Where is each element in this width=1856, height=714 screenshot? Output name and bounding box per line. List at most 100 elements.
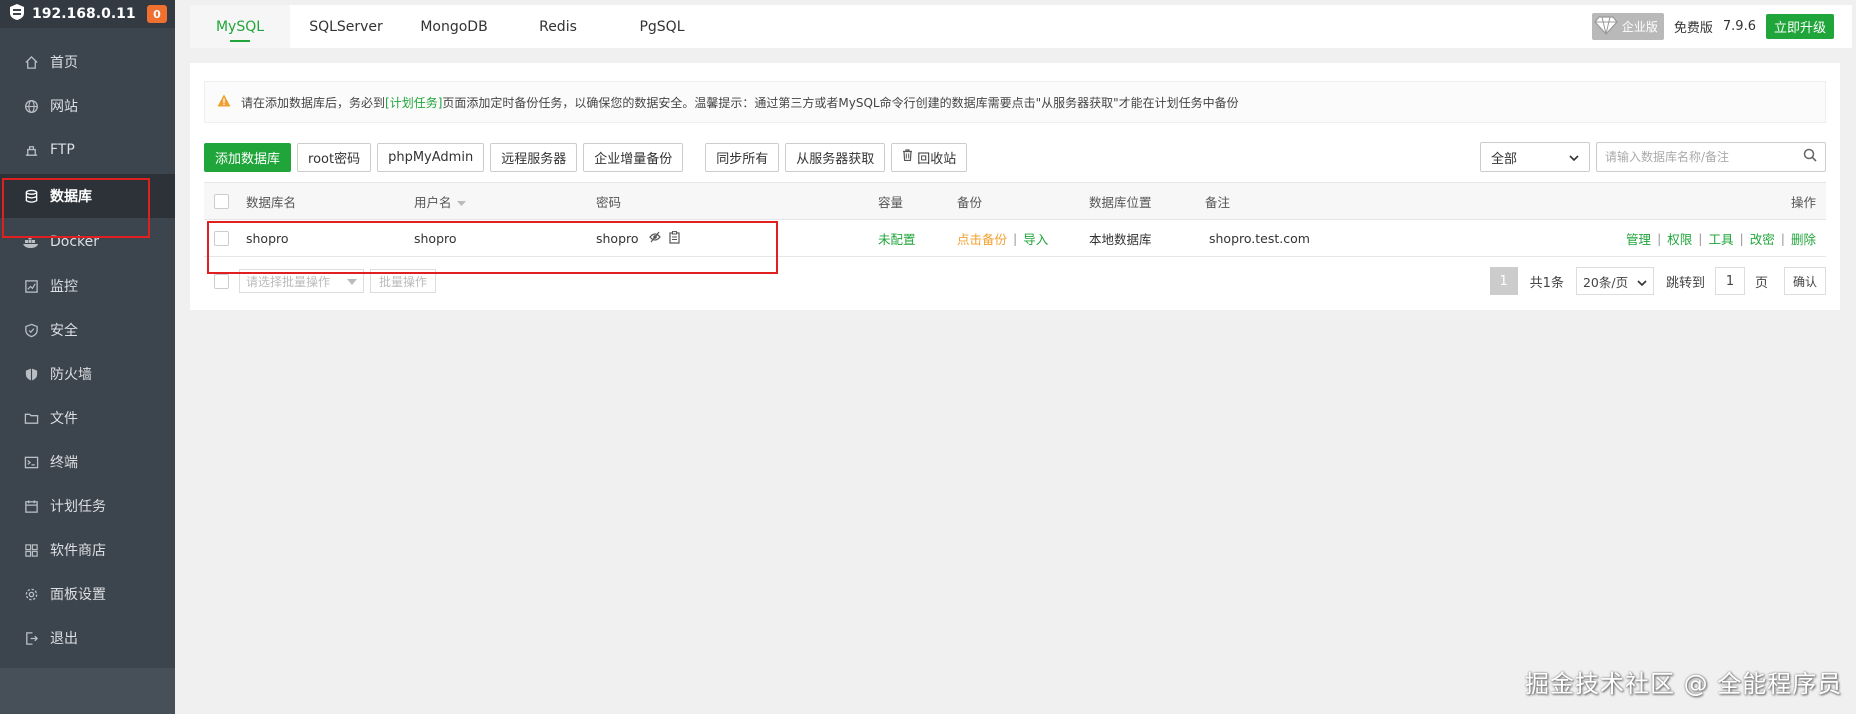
- remote-server-button[interactable]: 远程服务器: [490, 142, 578, 172]
- page-number-current[interactable]: 1: [1489, 267, 1518, 295]
- tab-mysql[interactable]: MySQL: [190, 5, 290, 48]
- eye-icon[interactable]: [648, 231, 661, 246]
- tools-link[interactable]: 工具: [1709, 229, 1734, 248]
- select-all-checkbox[interactable]: [214, 194, 229, 209]
- cell-backup: 点击备份 | 导入: [957, 229, 1049, 248]
- header-location: 数据库位置: [1089, 195, 1152, 210]
- header-capacity: 容量: [878, 195, 904, 210]
- sidebar-item-settings[interactable]: 面板设置: [0, 572, 175, 616]
- sidebar-item-label: 退出: [50, 631, 78, 647]
- sidebar-item-ftp[interactable]: FTP: [0, 128, 175, 172]
- main-panel: 请在添加数据库后，务必到 [计划任务] 页面添加定时备份任务，以确保您的数据安全。温…: [190, 63, 1840, 310]
- sidebar-header: 192.168.0.11 0: [0, 0, 175, 28]
- sidebar-item-docker[interactable]: Docker: [0, 220, 175, 264]
- sidebar-item-website[interactable]: 网站: [0, 84, 175, 128]
- warning-icon: [217, 94, 231, 110]
- manage-link[interactable]: 管理: [1626, 229, 1651, 248]
- sidebar-item-label: 监控: [50, 279, 78, 295]
- sidebar-item-store[interactable]: 软件商店: [0, 528, 175, 572]
- tab-pgsql[interactable]: PgSQL: [610, 5, 714, 48]
- root-password-button[interactable]: root密码: [297, 142, 372, 172]
- page-size-value: 20条/页: [1582, 274, 1629, 290]
- confirm-button[interactable]: 确认: [1783, 267, 1826, 295]
- sidebar-item-label: 数据库: [50, 189, 92, 205]
- tab-mongodb[interactable]: MongoDB: [402, 5, 506, 48]
- cell-location: 本地数据库: [1089, 232, 1152, 247]
- sidebar-item-files[interactable]: 文件: [0, 396, 175, 440]
- sidebar-footer: [0, 668, 175, 714]
- recycle-bin-button[interactable]: 回收站: [891, 142, 968, 172]
- backup-notice: 请在添加数据库后，务必到 [计划任务] 页面添加定时备份任务，以确保您的数据安全。温…: [204, 81, 1826, 123]
- import-link[interactable]: 导入: [1023, 229, 1048, 248]
- sync-all-button[interactable]: 同步所有: [705, 142, 780, 172]
- cell-password: shopro: [596, 220, 680, 257]
- sidebar: 192.168.0.11 0 首页 网站 FTP 数据库 Docker 监控 安…: [0, 0, 175, 714]
- sidebar-item-label: 终端: [50, 455, 78, 471]
- sidebar-item-home[interactable]: 首页: [0, 40, 175, 84]
- sidebar-item-firewall[interactable]: 防火墙: [0, 352, 175, 396]
- globe-icon: [22, 97, 40, 115]
- sidebar-item-label: 首页: [50, 55, 78, 71]
- top-bar: MySQL SQLServer MongoDB Redis PgSQL 企业版 …: [190, 5, 1852, 48]
- search-input[interactable]: [1605, 150, 1803, 164]
- table-header-row: 数据库名 用户名 密码 容量 备份 数据库位置 备注 操作: [204, 183, 1826, 220]
- filter-select[interactable]: 全部: [1480, 142, 1590, 172]
- cell-db-name[interactable]: shopro: [246, 220, 289, 257]
- notification-badge[interactable]: 0: [147, 5, 167, 23]
- chevron-down-icon: [1569, 150, 1579, 165]
- add-database-button[interactable]: 添加数据库: [204, 142, 292, 172]
- header-db-name[interactable]: 数据库名: [246, 183, 296, 220]
- page-unit-label: 页: [1754, 275, 1768, 291]
- sidebar-item-label: Docker: [50, 234, 100, 250]
- enterprise-badge[interactable]: 企业版: [1591, 13, 1664, 40]
- permissions-link[interactable]: 权限: [1667, 229, 1692, 248]
- footer-checkbox[interactable]: [214, 273, 229, 289]
- cron-task-link[interactable]: [计划任务]: [385, 94, 442, 111]
- sidebar-item-logout[interactable]: 退出: [0, 616, 175, 660]
- table-row: shopro shopro shopro 未配置 点击备份 | 导入 本地数据库 s…: [204, 220, 1826, 257]
- caret-down-icon: [347, 274, 357, 288]
- row-checkbox[interactable]: [214, 231, 229, 246]
- fetch-from-server-button[interactable]: 从服务器获取: [785, 142, 886, 172]
- header-password: 密码: [596, 195, 622, 210]
- gear-icon: [22, 585, 40, 603]
- chevron-down-icon: [1637, 274, 1647, 289]
- jump-page-input[interactable]: 1: [1714, 267, 1745, 295]
- home-icon: [22, 53, 40, 71]
- sidebar-item-database[interactable]: 数据库: [0, 174, 175, 218]
- tab-redis[interactable]: Redis: [506, 5, 610, 48]
- batch-operation-button[interactable]: 批量操作: [370, 269, 437, 293]
- server-icon: [10, 4, 24, 24]
- search-icon[interactable]: [1803, 148, 1817, 166]
- phpmyadmin-button[interactable]: phpMyAdmin: [377, 142, 485, 172]
- sidebar-item-label: 软件商店: [50, 543, 106, 559]
- page-size-select[interactable]: 20条/页: [1575, 267, 1654, 295]
- cell-remark[interactable]: shopro.test.com: [1209, 220, 1310, 257]
- folder-icon: [22, 409, 40, 427]
- password-value: shopro: [596, 231, 639, 246]
- upgrade-button[interactable]: 立即升级: [1765, 14, 1834, 39]
- version-label[interactable]: 7.9.6: [1723, 19, 1756, 34]
- tab-sqlserver[interactable]: SQLServer: [290, 5, 402, 48]
- enterprise-backup-button[interactable]: 企业增量备份: [583, 142, 684, 172]
- header-backup: 备份: [957, 195, 983, 210]
- change-password-link[interactable]: 改密: [1750, 229, 1775, 248]
- sidebar-item-label: 面板设置: [50, 587, 106, 603]
- sidebar-item-cron[interactable]: 计划任务: [0, 484, 175, 528]
- shield-icon: [22, 321, 40, 339]
- copy-icon[interactable]: [668, 230, 680, 247]
- sidebar-item-terminal[interactable]: 终端: [0, 440, 175, 484]
- sidebar-item-label: FTP: [50, 142, 75, 158]
- header-remark: 备注: [1205, 195, 1231, 210]
- jump-to-label: 跳转到: [1665, 275, 1705, 291]
- cell-capacity[interactable]: 未配置: [878, 220, 916, 257]
- header-username[interactable]: 用户名: [414, 183, 466, 220]
- diamond-icon: [1594, 15, 1622, 38]
- sidebar-item-security[interactable]: 安全: [0, 308, 175, 352]
- backup-now-link[interactable]: 点击备份: [957, 229, 1007, 248]
- sidebar-item-monitor[interactable]: 监控: [0, 264, 175, 308]
- delete-link[interactable]: 删除: [1791, 229, 1816, 248]
- docker-icon: [22, 233, 40, 251]
- batch-operation-select[interactable]: 请选择批量操作: [239, 269, 364, 293]
- total-count: 共1条: [1529, 275, 1564, 291]
